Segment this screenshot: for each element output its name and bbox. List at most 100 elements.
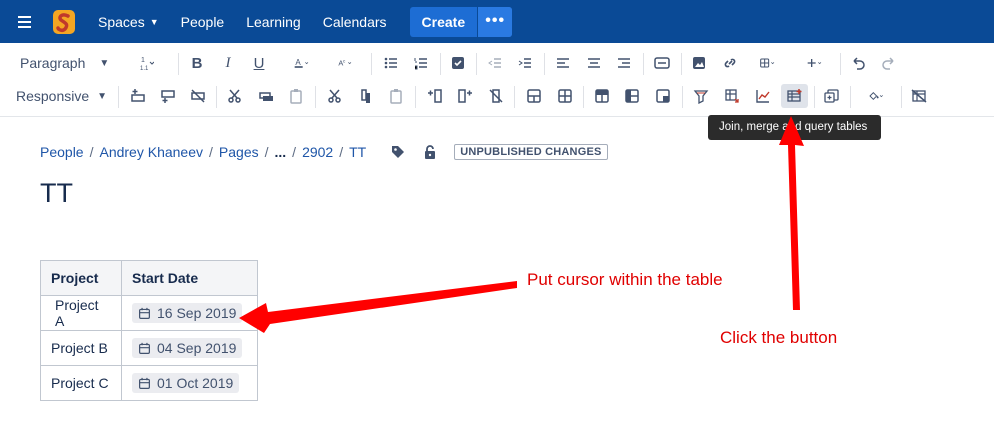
task-icon[interactable] (448, 51, 468, 75)
numbered-list-icon[interactable] (411, 51, 431, 75)
nav-calendars[interactable]: Calendars (323, 14, 387, 30)
pivot-table-icon[interactable] (722, 84, 742, 108)
breadcrumb-tt[interactable]: TT (349, 144, 366, 160)
calendar-icon (139, 342, 150, 354)
paste-row-icon[interactable] (286, 84, 306, 108)
chart-icon[interactable] (753, 84, 773, 108)
filter-table-icon[interactable] (691, 84, 711, 108)
table-icon[interactable] (750, 51, 786, 75)
svg-text:c: c (343, 58, 346, 63)
breadcrumb-user[interactable]: Andrey Khaneev (99, 144, 203, 160)
layout-icon[interactable] (651, 51, 673, 75)
breadcrumb-people[interactable]: People (40, 144, 84, 160)
label-icon[interactable] (390, 144, 406, 160)
nav-spaces[interactable]: Spaces ▼ (98, 14, 159, 30)
unlock-icon[interactable] (422, 144, 438, 160)
redo-icon[interactable] (879, 51, 899, 75)
cut-row-icon[interactable] (225, 84, 245, 108)
date-lozenge[interactable]: 16 Sep 2019 (132, 303, 243, 323)
table-header-cell[interactable]: Project (40, 260, 122, 296)
table-cell[interactable]: 16 Sep 2019 (121, 295, 258, 331)
chevron-down-icon: ▼ (149, 16, 159, 27)
split-cells-icon[interactable] (555, 84, 575, 108)
copy-row-icon[interactable] (256, 84, 276, 108)
create-button[interactable]: Create (410, 7, 478, 37)
header-row-icon[interactable] (592, 84, 612, 108)
numbered-col-icon[interactable] (653, 84, 673, 108)
align-left-icon[interactable] (553, 51, 573, 75)
table-cell[interactable]: Project C (40, 365, 122, 401)
table-header-cell[interactable]: Start Date (121, 260, 258, 296)
table-row: Project C 01 Oct 2019 (40, 365, 258, 401)
cell-text: Project C (51, 375, 109, 391)
clear-format-icon[interactable]: Ac (327, 51, 363, 75)
cut-col-icon[interactable] (325, 84, 345, 108)
svg-text:A: A (295, 58, 301, 67)
image-icon[interactable] (689, 51, 709, 75)
col-before-icon[interactable] (425, 84, 445, 108)
chevron-down-icon: ▼ (97, 90, 108, 102)
paste-col-icon[interactable] (386, 84, 406, 108)
table-header-row: Project Start Date (40, 260, 258, 296)
table-cell[interactable]: 01 Oct 2019 (121, 365, 258, 401)
date-lozenge[interactable]: 04 Sep 2019 (132, 338, 243, 358)
table-cell[interactable]: Project B (40, 330, 122, 366)
arrow-to-table (239, 281, 517, 333)
annotation-cursor-text: Put cursor within the table (527, 270, 723, 289)
table-cell[interactable]: 04 Sep 2019 (121, 330, 258, 366)
toolbar-tooltip: Join, merge and query tables (708, 115, 881, 140)
bullet-list-icon[interactable] (381, 51, 401, 75)
link-icon[interactable] (720, 51, 740, 75)
breadcrumb-2902[interactable]: 2902 (302, 144, 333, 160)
breadcrumb-pages[interactable]: Pages (219, 144, 259, 160)
row-below-icon[interactable] (158, 84, 178, 108)
insert-icon[interactable] (797, 51, 833, 75)
toolbar-row-2: Responsive ▼ (0, 81, 994, 111)
menu-icon[interactable] (18, 15, 42, 28)
create-group: Create ••• (409, 6, 513, 37)
cell-text: Project A (55, 297, 99, 329)
underline-icon[interactable]: U (249, 51, 269, 75)
app-logo[interactable] (52, 9, 76, 35)
undo-icon[interactable] (848, 51, 868, 75)
align-right-icon[interactable] (614, 51, 634, 75)
delete-table-icon[interactable] (909, 84, 929, 108)
nav-people[interactable]: People (181, 14, 225, 30)
chevron-down-icon: ▼ (99, 57, 110, 69)
delete-col-icon[interactable] (486, 84, 506, 108)
annotation-click-text: Click the button (720, 328, 838, 347)
copy-col-icon[interactable] (356, 84, 376, 108)
table-row: Project B 04 Sep 2019 (40, 330, 258, 366)
table-toolbox-icon[interactable] (781, 84, 808, 108)
table-row: Project A 16 Sep 2019 (40, 295, 258, 331)
calendar-icon (139, 377, 150, 389)
svg-text:1: 1 (141, 57, 145, 64)
text-size-icon[interactable]: 1 1.1 (126, 51, 166, 75)
table-cell[interactable]: Project A (40, 295, 122, 331)
content-table[interactable]: Project Start Date Project A 16 Sep 2019… (40, 260, 258, 401)
italic-icon[interactable]: I (218, 51, 238, 75)
date-lozenge[interactable]: 01 Oct 2019 (132, 373, 240, 393)
row-above-icon[interactable] (128, 84, 148, 108)
nav-learning[interactable]: Learning (246, 14, 301, 30)
outdent-icon[interactable] (485, 51, 505, 75)
page-title[interactable]: TT (40, 178, 73, 209)
bold-icon[interactable]: B (187, 51, 207, 75)
align-center-icon[interactable] (584, 51, 604, 75)
table-copy-icon[interactable] (822, 84, 842, 108)
merge-cells-icon[interactable] (524, 84, 544, 108)
indent-icon[interactable] (515, 51, 535, 75)
paragraph-select[interactable]: Paragraph ▼ (20, 51, 115, 75)
toolbar-row-1: Paragraph ▼ 1 1.1 B I U A Ac (0, 48, 994, 78)
cell-color-icon[interactable] (858, 84, 894, 108)
breadcrumb-ellipsis[interactable]: ... (275, 144, 287, 160)
col-after-icon[interactable] (455, 84, 475, 108)
delete-row-icon[interactable] (188, 84, 208, 108)
arrow-to-button (779, 116, 804, 310)
create-more-button[interactable]: ••• (477, 6, 513, 37)
text-color-icon[interactable]: A (284, 51, 320, 75)
calendar-icon (139, 307, 150, 319)
cell-text: Project B (51, 340, 108, 356)
responsive-select[interactable]: Responsive ▼ (16, 84, 111, 108)
header-col-icon[interactable] (622, 84, 642, 108)
